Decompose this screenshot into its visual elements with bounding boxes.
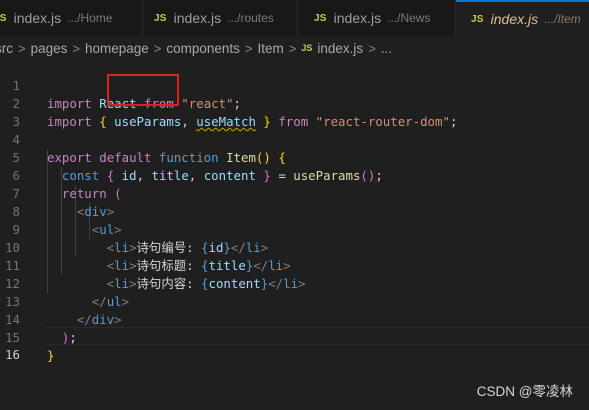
code-editor[interactable]: 1 import React from "react"; 2 import { … (0, 59, 589, 410)
code-line: 7 <div> (0, 167, 589, 219)
line-number: 16 (5, 347, 20, 362)
code-line: 12 </ul> (0, 257, 589, 309)
highlight-annotation-box (107, 74, 179, 106)
watermark: CSDN @零凌林 (476, 384, 573, 399)
javascript-file-icon: JS (471, 13, 484, 25)
tab-filename: index.js (333, 10, 382, 26)
tab-news-index[interactable]: JS index.js .../News (298, 0, 456, 36)
chevron-right-icon: > (288, 40, 297, 56)
tab-filename: index.js (173, 10, 222, 26)
javascript-file-icon: JS (314, 12, 327, 24)
tab-path: .../Item (544, 12, 581, 26)
code-line: 10 <li>诗句标题: {title}</li> (0, 221, 589, 273)
chevron-right-icon: > (18, 40, 26, 56)
breadcrumb-file[interactable]: index.js (317, 41, 363, 56)
javascript-file-icon: JS (0, 12, 7, 24)
chevron-right-icon: > (244, 40, 253, 56)
chevron-right-icon: > (153, 40, 162, 56)
tab-filename: index.js (490, 11, 539, 27)
breadcrumb: src > pages > homepage > components > It… (0, 37, 589, 59)
javascript-file-icon: JS (301, 43, 313, 53)
javascript-file-icon: JS (154, 12, 167, 24)
code-line: 2 import { useParams, useMatch } from "r… (0, 77, 589, 129)
breadcrumb-homepage[interactable]: homepage (85, 41, 149, 56)
code-line: 11 <li>诗句内容: {content}</li> (0, 239, 589, 291)
tab-path: .../Home (67, 11, 113, 25)
code-line: 5 const { id, title, content } = usePara… (0, 131, 589, 183)
code-line: 14 ); (0, 293, 589, 345)
chevron-right-icon: > (368, 40, 376, 56)
tab-home-index[interactable]: JS index.js .../Home (0, 0, 143, 36)
breadcrumb-more[interactable]: ... (381, 41, 392, 56)
editor-tab-bar: JS index.js .../Home JS index.js .../rou… (0, 0, 589, 36)
code-line: 15 } (0, 311, 589, 363)
code-line: 6 return ( (0, 149, 589, 201)
code-line: 3 (0, 95, 589, 129)
tab-path: .../News (387, 11, 431, 25)
tab-filename: index.js (13, 10, 62, 26)
tab-routes-index[interactable]: JS index.js .../routes (143, 0, 298, 36)
code-line: 8 <ul> (0, 185, 589, 237)
breadcrumb-src[interactable]: src (0, 41, 13, 56)
code-line: 4 export default function Item() { (0, 113, 589, 165)
code-line: 13 </div> (0, 275, 589, 327)
breadcrumb-pages[interactable]: pages (31, 41, 68, 56)
code-line: 9 <li>诗句编号: {id}</li> (0, 203, 589, 255)
tab-item-index-active[interactable]: JS index.js .../Item (456, 0, 589, 36)
code-line: 1 import React from "react"; (0, 59, 589, 111)
code-line: 16 (0, 328, 589, 362)
tab-path: .../routes (227, 11, 274, 25)
chevron-right-icon: > (72, 40, 80, 56)
breadcrumb-item[interactable]: Item (258, 41, 284, 56)
breadcrumb-components[interactable]: components (166, 41, 240, 56)
line-code: } (47, 348, 55, 363)
